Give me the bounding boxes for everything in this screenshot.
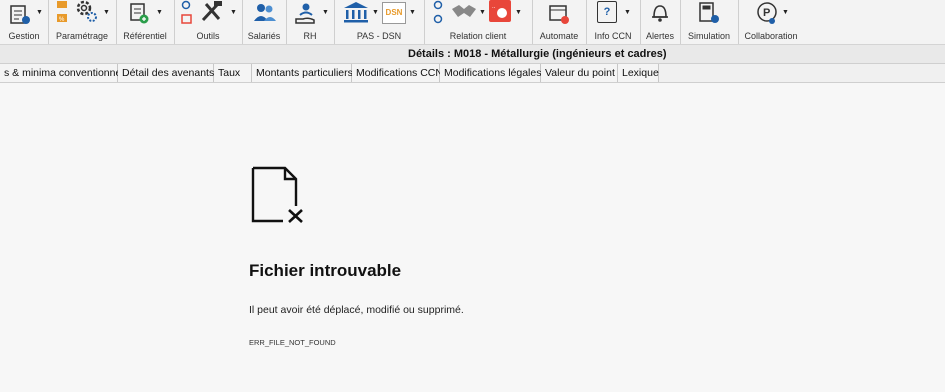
chevron-down-icon[interactable]: ▼ <box>479 9 486 16</box>
ribbon-group-automate[interactable]: Automate <box>532 0 587 44</box>
tab-detail-avenants[interactable]: Détail des avenants <box>118 64 214 82</box>
ribbon-group-salaries[interactable]: Salariés <box>242 0 287 44</box>
ribbon-group-info-ccn[interactable]: ? ▼ Info CCN <box>586 0 641 44</box>
tab-lexique[interactable]: Lexique <box>618 64 659 82</box>
gear-icon <box>76 0 97 22</box>
ribbon-group-label: Alertes <box>645 31 674 41</box>
ribbon-group-label: Outils <box>196 31 220 41</box>
chevron-down-icon[interactable]: ▼ <box>782 9 789 16</box>
ribbon-group-simulation[interactable]: Simulation <box>680 0 739 44</box>
chevron-down-icon[interactable]: ▼ <box>322 9 329 16</box>
details-title-bar: Détails : M018 - Métallurgie (ingénieurs… <box>0 45 945 64</box>
collaboration-icon: P <box>757 2 777 24</box>
hand-user-icon <box>295 3 315 24</box>
ribbon-group-label: Salariés <box>247 31 281 41</box>
error-title: Fichier introuvable <box>249 261 402 280</box>
tab-salaires-minima[interactable]: s & minima conventionnels <box>0 64 129 82</box>
ribbon-group-label: Collaboration <box>744 31 798 41</box>
chevron-down-icon[interactable]: ▼ <box>624 9 631 16</box>
ribbon-group-label: RH <box>303 31 317 41</box>
calendar-alert-icon <box>549 5 569 24</box>
svg-text:P: P <box>763 7 770 19</box>
ribbon-group-label: Automate <box>539 31 579 41</box>
ribbon-group-label: Paramétrage <box>55 31 109 41</box>
chevron-down-icon[interactable]: ▼ <box>156 9 163 16</box>
ribbon-group-pas-dsn[interactable]: ▼ DSN ▼ PAS - DSN <box>334 0 425 44</box>
details-title: Détails : M018 - Métallurgie (ingénieurs… <box>408 48 667 60</box>
error-message: Il peut avoir été déplacé, modifié ou su… <box>249 304 464 316</box>
gestion-icon <box>10 5 30 24</box>
outils-small-icons <box>181 0 192 24</box>
ribbon-group-label: PAS - DSN <box>356 31 402 41</box>
chevron-down-icon[interactable]: ▼ <box>409 9 416 16</box>
ribbon-group-label: Relation client <box>449 31 507 41</box>
chevron-down-icon[interactable]: ▼ <box>372 9 379 16</box>
tab-modifications-ccn[interactable]: Modifications CCN <box>352 64 443 82</box>
ribbon-group-collaboration[interactable]: P ▼ Collaboration <box>738 0 804 44</box>
chevron-down-icon[interactable]: ▼ <box>103 9 110 16</box>
tab-valeur-du-point[interactable]: Valeur du point <box>541 64 618 82</box>
handshake-icon <box>452 5 476 17</box>
users-icon <box>254 4 276 21</box>
tab-modifications-legales[interactable]: Modifications légales <box>440 64 541 82</box>
ribbon-group-referentiel[interactable]: ▼ Référentiel <box>116 0 175 44</box>
ribbon-group-relation-client[interactable]: ▼ .. ▼ Relation client <box>424 0 533 44</box>
tools-icon <box>201 1 222 22</box>
ribbon-group-label: Simulation <box>687 31 731 41</box>
svg-text:..: .. <box>492 4 496 10</box>
ribbon-toolbar: ▼ Gestion % ▼ Paramétrage ▼ Référentiel <box>0 0 945 45</box>
ribbon-group-parametrage[interactable]: % ▼ Paramétrage <box>48 0 117 44</box>
chevron-down-icon[interactable]: ▼ <box>515 9 522 16</box>
ribbon-group-label: Gestion <box>8 31 40 41</box>
relation-small-icons <box>433 0 443 24</box>
info-book-icon: ? <box>597 1 617 23</box>
settings-folder-icon: % <box>57 1 67 23</box>
svg-text:%: % <box>59 17 65 23</box>
tab-montants-particuliers[interactable]: Montants particuliers <box>252 64 353 82</box>
chat-app-icon: .. <box>489 0 511 22</box>
ribbon-group-label: Référentiel <box>123 31 167 41</box>
dsn-icon: DSN <box>382 2 406 24</box>
ribbon-group-alertes[interactable]: Alertes <box>640 0 681 44</box>
error-code: ERR_FILE_NOT_FOUND <box>249 338 336 347</box>
ribbon-group-label: Info CCN <box>594 31 632 41</box>
ribbon-group-gestion[interactable]: ▼ Gestion <box>0 0 49 44</box>
referentiel-icon <box>130 3 149 24</box>
chevron-down-icon[interactable]: ▼ <box>36 9 43 16</box>
tab-taux[interactable]: Taux <box>214 64 252 82</box>
ribbon-group-rh[interactable]: ▼ RH <box>286 0 335 44</box>
file-not-found-icon <box>251 166 303 223</box>
calculator-icon <box>699 2 719 23</box>
bell-icon <box>652 5 668 22</box>
ribbon-group-outils[interactable]: ▼ Outils <box>174 0 243 44</box>
bank-icon <box>344 2 368 23</box>
chevron-down-icon[interactable]: ▼ <box>230 9 237 16</box>
tab-strip: s & minima conventionnels Détail des ave… <box>0 64 945 83</box>
